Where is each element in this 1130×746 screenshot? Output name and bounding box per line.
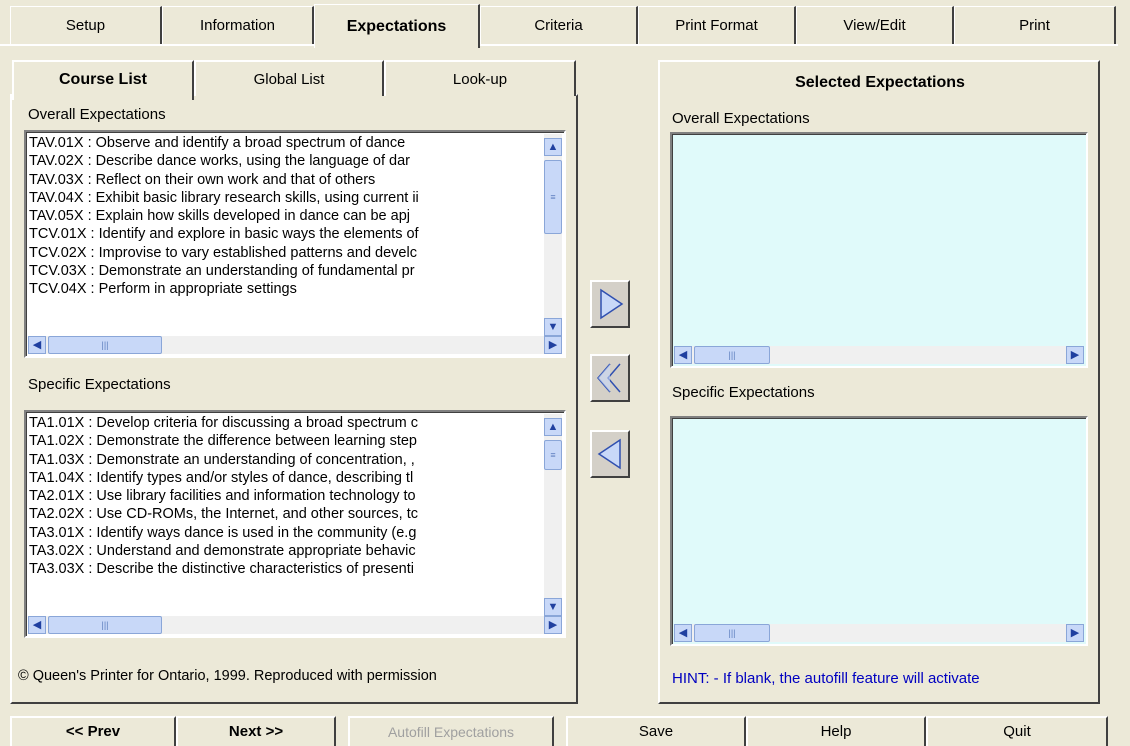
scroll-left-icon[interactable]: ◀ [28,616,46,634]
selected-specific-list[interactable]: ◀ ||| ▶ [670,416,1088,646]
tab-course-list[interactable]: Course List [12,60,194,100]
list-item[interactable]: TA1.02X : Demonstrate the difference bet… [28,432,544,450]
selected-overall-list[interactable]: ◀ ||| ▶ [670,132,1088,368]
tab-criteria[interactable]: Criteria [480,6,638,44]
scroll-down-icon[interactable]: ▼ [544,318,562,336]
tab-information[interactable]: Information [162,6,314,44]
vertical-scrollbar[interactable]: ▲ ≡ ▼ [544,134,562,336]
list-item[interactable]: TCV.01X : Identify and explore in basic … [28,225,544,243]
selected-specific-label: Specific Expectations [672,384,815,401]
tab-setup[interactable]: Setup [10,6,162,44]
horizontal-scrollbar[interactable]: ◀ ||| ▶ [28,616,562,634]
list-item[interactable]: TCV.02X : Improvise to vary established … [28,244,544,262]
scroll-down-icon[interactable]: ▼ [544,598,562,616]
scroll-right-icon[interactable]: ▶ [1066,624,1084,642]
remove-all-arrow-icon [597,363,621,393]
overall-list-items: TAV.01X : Observe and identify a broad s… [28,134,544,336]
remove-selected-button[interactable] [590,430,630,478]
add-selected-button[interactable] [590,280,630,328]
scroll-up-icon[interactable]: ▲ [544,418,562,436]
scroll-right-icon[interactable]: ▶ [544,336,562,354]
horizontal-scrollbar[interactable]: ◀ ||| ▶ [674,346,1084,364]
tab-expectations[interactable]: Expectations [314,4,480,48]
specific-expectations-label: Specific Expectations [28,376,171,393]
scroll-left-icon[interactable]: ◀ [674,346,692,364]
list-item[interactable]: TA3.03X : Describe the distinctive chara… [28,560,544,578]
list-item[interactable]: TA1.04X : Identify types and/or styles o… [28,469,544,487]
list-item[interactable]: TAV.05X : Explain how skills developed i… [28,207,544,225]
tab-look-up[interactable]: Look-up [384,60,576,96]
scroll-left-icon[interactable]: ◀ [674,624,692,642]
scroll-thumb[interactable]: ||| [48,616,162,634]
remove-arrow-icon [597,438,621,470]
list-item[interactable]: TA1.01X : Develop criteria for discussin… [28,414,544,432]
selected-overall-label: Overall Expectations [672,110,810,127]
list-item[interactable]: TCV.03X : Demonstrate an understanding o… [28,262,544,280]
copyright-notice: © Queen's Printer for Ontario, 1999. Rep… [18,668,437,684]
tab-divider [0,44,1118,46]
list-item[interactable]: TA3.02X : Understand and demonstrate app… [28,542,544,560]
scroll-thumb[interactable]: ≡ [544,160,562,234]
specific-expectations-list[interactable]: TA1.01X : Develop criteria for discussin… [24,410,566,638]
list-item[interactable]: TAV.01X : Observe and identify a broad s… [28,134,544,152]
selected-expectations-title: Selected Expectations [795,74,965,91]
list-item[interactable]: TAV.02X : Describe dance works, using th… [28,152,544,170]
scroll-up-icon[interactable]: ▲ [544,138,562,156]
overall-expectations-label: Overall Expectations [28,106,166,123]
list-item[interactable]: TAV.04X : Exhibit basic library research… [28,189,544,207]
scroll-right-icon[interactable]: ▶ [1066,346,1084,364]
specific-list-items: TA1.01X : Develop criteria for discussin… [28,414,544,616]
tab-print[interactable]: Print [954,6,1116,44]
list-item[interactable]: TA3.01X : Identify ways dance is used in… [28,524,544,542]
list-item[interactable]: TCV.04X : Perform in appropriate setting… [28,280,544,298]
overall-expectations-list[interactable]: TAV.01X : Observe and identify a broad s… [24,130,566,358]
scroll-thumb[interactable]: ||| [48,336,162,354]
add-arrow-icon [600,288,624,320]
scroll-thumb[interactable]: ||| [694,346,770,364]
scroll-thumb[interactable]: ≡ [544,440,562,470]
tab-print-format[interactable]: Print Format [638,6,796,44]
horizontal-scrollbar[interactable]: ◀ ||| ▶ [674,624,1084,642]
scroll-left-icon[interactable]: ◀ [28,336,46,354]
tab-view-edit[interactable]: View/Edit [796,6,954,44]
list-item[interactable]: TA2.02X : Use CD-ROMs, the Internet, and… [28,505,544,523]
horizontal-scrollbar[interactable]: ◀ ||| ▶ [28,336,562,354]
list-item[interactable]: TAV.03X : Reflect on their own work and … [28,171,544,189]
vertical-scrollbar[interactable]: ▲ ≡ ▼ [544,414,562,616]
scroll-thumb[interactable]: ||| [694,624,770,642]
remove-all-button[interactable] [590,354,630,402]
list-item[interactable]: TA2.01X : Use library facilities and inf… [28,487,544,505]
scroll-right-icon[interactable]: ▶ [544,616,562,634]
autofill-hint: HINT: - If blank, the autofill feature w… [672,670,980,687]
tab-global-list[interactable]: Global List [194,60,384,96]
list-item[interactable]: TA1.03X : Demonstrate an understanding o… [28,451,544,469]
